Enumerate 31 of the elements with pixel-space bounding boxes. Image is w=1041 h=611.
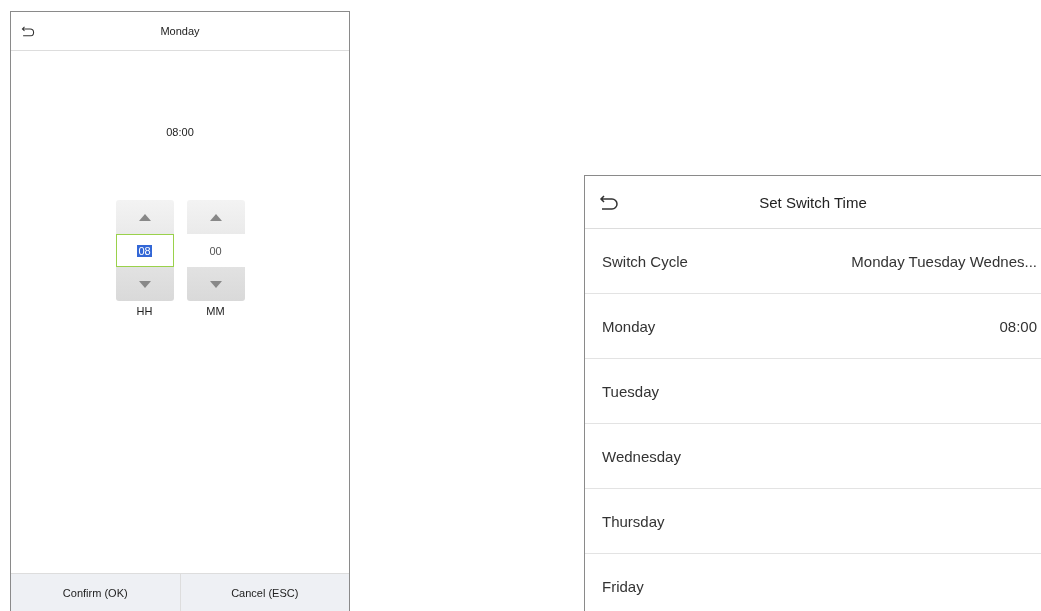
spinner-label: MM — [206, 305, 225, 317]
spinner-label: HH — [136, 305, 153, 317]
cancel-button[interactable]: Cancel (ESC) — [179, 574, 349, 611]
down-arrow-icon — [138, 280, 151, 288]
time-display: 08:00 — [166, 126, 194, 138]
back-icon[interactable] — [21, 25, 35, 37]
row-value: 08:00 — [999, 317, 1037, 335]
back-icon[interactable] — [599, 194, 619, 210]
settings-row[interactable]: Tuesday — [585, 359, 1041, 424]
settings-row[interactable]: Wednesday — [585, 424, 1041, 489]
row-label: Switch Cycle — [602, 252, 688, 270]
row-label: Thursday — [602, 512, 665, 530]
settings-row[interactable]: Friday — [585, 554, 1041, 611]
spinner-value[interactable]: 00 — [186, 234, 245, 267]
time-spinner[interactable]: 08 — [115, 200, 174, 301]
down-arrow-icon — [209, 280, 222, 288]
settings-row[interactable]: Switch Cycle Monday Tuesday Wednes... — [585, 229, 1041, 294]
settings-row[interactable]: Monday 08:00 — [585, 294, 1041, 359]
row-label: Wednesday — [602, 447, 681, 465]
time-spinner[interactable]: 00 — [186, 200, 245, 301]
confirm-button[interactable]: Confirm (OK) — [11, 574, 180, 611]
up-arrow-icon — [138, 213, 151, 221]
screen-title: Set Switch Time — [759, 193, 867, 211]
spinner-value[interactable]: 08 — [115, 234, 174, 267]
row-label: Tuesday — [602, 382, 659, 400]
row-label: Monday — [602, 317, 656, 335]
row-value: Monday Tuesday Wednes... — [851, 252, 1037, 270]
dialog-title: Monday — [160, 25, 200, 37]
row-label: Friday — [602, 577, 644, 595]
up-arrow-icon — [209, 213, 222, 221]
settings-row[interactable]: Thursday — [585, 489, 1041, 554]
